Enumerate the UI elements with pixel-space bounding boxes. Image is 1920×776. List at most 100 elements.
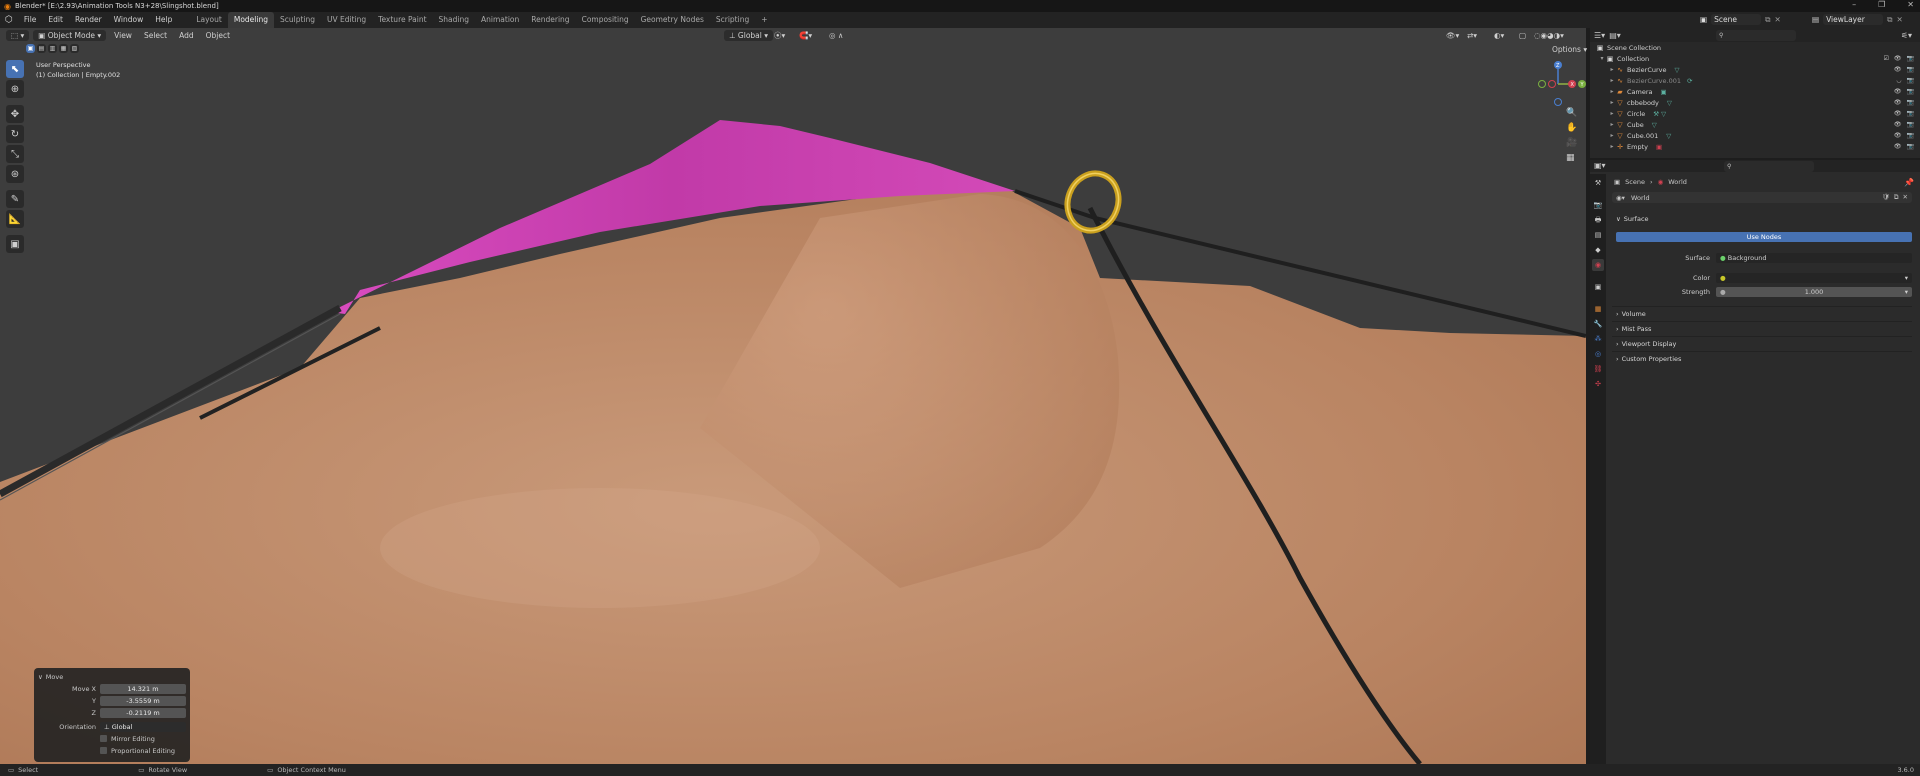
fake-user-icon[interactable]: 🛡 [1882, 193, 1890, 202]
viewport-menu-add[interactable]: Add [175, 30, 198, 41]
camera-icon[interactable]: 📷 [1907, 121, 1914, 128]
eye-icon[interactable]: 👁 [1894, 55, 1902, 62]
duplicate-icon[interactable]: ⧉ [1894, 193, 1899, 202]
mist-pass-panel-header[interactable]: › Mist Pass [1612, 321, 1912, 335]
outliner-item[interactable]: ▸ ▽ Cube ▽ 👁 📷 [1590, 119, 1920, 130]
select-invert-icon[interactable]: ▦ [59, 44, 68, 53]
outliner-item[interactable]: ▸ ▽ Circle ⚒ ▽ 👁 📷 [1590, 108, 1920, 119]
menu-render[interactable]: Render [69, 12, 108, 28]
collection-row[interactable]: ▾ ▣ Collection ☑ 👁 📷 [1590, 53, 1920, 64]
camera-icon[interactable]: 📷 [1907, 132, 1914, 139]
measure-icon[interactable]: 📐 [6, 210, 24, 228]
scene-selector[interactable]: Scene [1711, 14, 1762, 25]
viewport-menu-view[interactable]: View [110, 30, 136, 41]
properties-search-input[interactable]: ⚲ [1724, 161, 1814, 172]
modifier-tab-icon[interactable]: 🔧 [1592, 318, 1604, 330]
move-y-field[interactable]: -3.5559 m [100, 695, 186, 706]
move-icon[interactable]: ✥ [6, 105, 24, 123]
tab-animation[interactable]: Animation [475, 12, 525, 28]
gizmo-toggle-icon[interactable]: ⇄▾ [1463, 30, 1481, 41]
tab-compositing[interactable]: Compositing [576, 12, 635, 28]
outliner-item[interactable]: ▸ ▽ cbbebody ▽ 👁 📷 [1590, 97, 1920, 108]
camera-icon[interactable]: 📷 [1907, 143, 1914, 150]
view-layer-selector[interactable]: ViewLayer [1823, 14, 1884, 25]
zoom-icon[interactable]: 🔍 [1566, 108, 1577, 118]
camera-icon[interactable]: 📷 [1907, 55, 1914, 62]
volume-panel-header[interactable]: › Volume [1612, 306, 1912, 320]
scale-icon[interactable]: ⤡ [6, 145, 24, 163]
exclude-checkbox[interactable]: ☑ [1884, 55, 1889, 62]
options-dropdown[interactable]: Options ▾ [1548, 44, 1591, 55]
navigation-gizmo[interactable]: Z X Y [1532, 58, 1586, 108]
view-layer-tab-icon[interactable]: ▤ [1592, 229, 1604, 241]
eye-icon[interactable]: 👁 [1894, 143, 1902, 150]
pan-hand-icon[interactable]: ✋ [1566, 123, 1577, 133]
particles-tab-icon[interactable]: ⁂ [1592, 333, 1604, 345]
custom-properties-panel-header[interactable]: › Custom Properties [1612, 351, 1912, 365]
mirror-editing-checkbox[interactable] [100, 735, 107, 742]
camera-icon[interactable]: 📷 [1907, 99, 1914, 106]
tab-shading[interactable]: Shading [433, 12, 475, 28]
object-mode-dropdown[interactable]: ▣ Object Mode ▾ [33, 29, 107, 41]
outliner-editor-icon[interactable]: ☰▾ [1594, 31, 1605, 40]
viewport-menu-select[interactable]: Select [140, 30, 171, 41]
camera-icon[interactable]: 📷 [1907, 66, 1914, 73]
select-extend-icon[interactable]: ▤ [37, 44, 46, 53]
outliner-item[interactable]: ▸ ∿ BezierCurve ▽ 👁 📷 [1590, 64, 1920, 75]
eye-icon[interactable]: 👁 [1894, 99, 1902, 106]
properties-editor-icon[interactable]: ▣▾ [1594, 161, 1606, 170]
outliner-search-input[interactable]: ⚲ [1716, 30, 1796, 41]
strength-field[interactable]: ● 1.000 ▾ [1716, 286, 1912, 297]
add-workspace-button[interactable]: + [755, 12, 773, 28]
select-intersect-icon[interactable]: ▧ [70, 44, 79, 53]
outliner-item[interactable]: ▸ ∿ BezierCurve.001 ⟳ ◡ 📷 [1590, 75, 1920, 86]
menu-file[interactable]: File [18, 12, 43, 28]
eye-icon[interactable]: 👁 [1894, 121, 1902, 128]
eye-hidden-icon[interactable]: ◡ [1896, 77, 1901, 84]
viewport-menu-object[interactable]: Object [202, 30, 234, 41]
world-tab-icon[interactable]: ◉ [1592, 259, 1604, 271]
use-nodes-button[interactable]: Use Nodes [1616, 232, 1912, 242]
camera-icon[interactable]: 📷 [1907, 77, 1914, 84]
tab-uv-editing[interactable]: UV Editing [321, 12, 372, 28]
tab-scripting[interactable]: Scripting [710, 12, 755, 28]
perspective-toggle-icon[interactable]: ▦ [1566, 153, 1577, 163]
eye-icon[interactable]: 👁 [1894, 132, 1902, 139]
eye-icon[interactable]: 👁 [1894, 66, 1902, 73]
world-datablock-field[interactable]: ◉▾ World 🛡 ⧉ ✕ [1612, 192, 1912, 203]
outliner-item[interactable]: ▸ ▰ Camera ▣ 👁 📷 [1590, 86, 1920, 97]
menu-edit[interactable]: Edit [42, 12, 69, 28]
select-new-icon[interactable]: ▣ [26, 44, 35, 53]
transform-orientation-dropdown[interactable]: ⊥ Global ▾ [724, 29, 774, 41]
object-tab-icon[interactable]: ▦ [1592, 303, 1604, 315]
new-view-layer-icon[interactable]: ⧉ [1887, 15, 1892, 25]
snap-icon[interactable]: 🧲▾ [795, 30, 816, 41]
collection-tab-icon[interactable]: ▣ [1592, 281, 1604, 293]
visibility-icon[interactable]: 👁▾ [1442, 30, 1463, 41]
eye-icon[interactable]: 👁 [1894, 110, 1902, 117]
annotate-icon[interactable]: ✎ [6, 190, 24, 208]
camera-icon[interactable]: 📷 [1907, 88, 1914, 95]
maximize-button[interactable]: ❐ [1878, 0, 1885, 9]
blender-menu-icon[interactable]: ⬡ [0, 15, 18, 25]
menu-window[interactable]: Window [108, 12, 150, 28]
tool-tab-icon[interactable]: ⚒ [1592, 177, 1604, 189]
camera-view-icon[interactable]: 🎥 [1566, 138, 1577, 148]
orientation-dropdown[interactable]: ⊥ Global [100, 721, 186, 732]
unlink-icon[interactable]: ✕ [1903, 193, 1908, 202]
scene-collection-row[interactable]: ▣ Scene Collection [1590, 42, 1920, 53]
world-browse-icon[interactable]: ◉▾ [1616, 194, 1625, 202]
move-z-field[interactable]: -0.2119 m [100, 707, 186, 718]
tab-texture-paint[interactable]: Texture Paint [372, 12, 432, 28]
tab-layout[interactable]: Layout [190, 12, 228, 28]
minimize-button[interactable]: – [1852, 0, 1856, 9]
editor-type-button[interactable]: ⬚ ▾ [6, 29, 30, 41]
output-tab-icon[interactable]: 🖶 [1592, 214, 1604, 226]
surface-shader-field[interactable]: ● Background [1716, 252, 1912, 263]
menu-help[interactable]: Help [149, 12, 178, 28]
move-x-field[interactable]: 14.321 m [100, 683, 186, 694]
pivot-icon[interactable]: ⦿▾ [770, 29, 789, 42]
add-cube-icon[interactable]: ▣ [6, 235, 24, 253]
outliner-item[interactable]: ▸ ▽ Cube.001 ▽ 👁 📷 [1590, 130, 1920, 141]
tab-modeling[interactable]: Modeling [227, 12, 274, 28]
